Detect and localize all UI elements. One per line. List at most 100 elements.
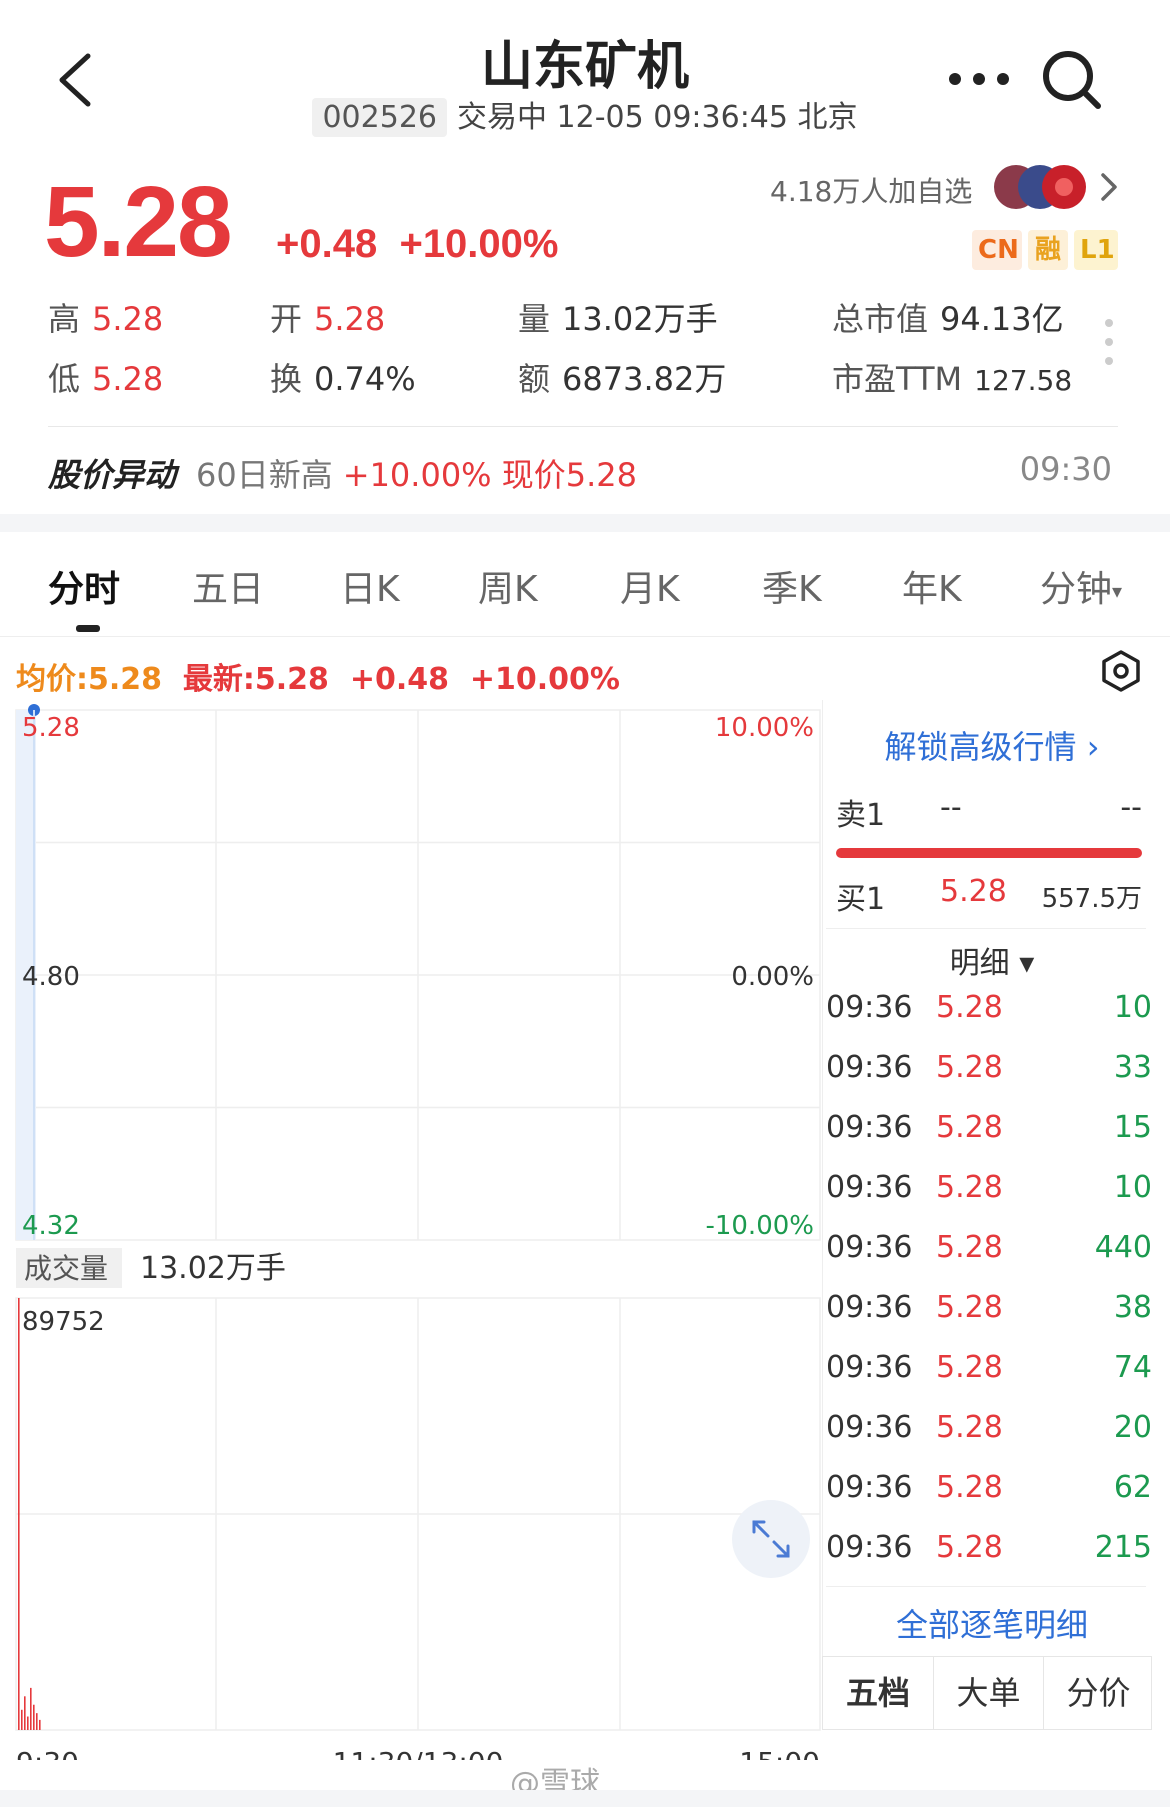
tab-price-distribution[interactable]: 分价 [1043,1657,1153,1729]
tick-volume: 74 [1113,1350,1152,1385]
tick-time: 09:36 [826,1110,913,1145]
volume-bar [24,1696,26,1730]
tick-price: 5.28 [936,1470,1003,1505]
volume-bar [39,1719,41,1730]
detail-dropdown[interactable]: 明细 ▾ [822,938,1162,982]
chevron-right-icon: › [1086,728,1100,766]
volume-bar [30,1687,32,1730]
chevron-right-icon[interactable] [1098,170,1120,204]
unlock-advanced-quotes-link[interactable]: 解锁高级行情 › [822,722,1162,768]
sell1-label: 卖1 [836,798,886,833]
avg-price: 均价:5.28 [16,662,163,697]
tab-quarterly-k[interactable]: 季K [762,560,822,612]
panel-divider [822,700,823,1730]
page-title: 山东矿机 [480,37,689,97]
tab-monthly-k[interactable]: 月K [620,560,680,612]
tick-volume: 33 [1113,1050,1152,1085]
change-percent: +10.00% [399,222,559,266]
divider [48,426,1118,427]
search-icon[interactable] [1040,48,1104,112]
tick-row: 09:36 5.28 74 [826,1350,1152,1410]
tick-row: 09:36 5.28 440 [826,1230,1152,1290]
tick-row: 09:36 5.28 215 [826,1530,1152,1590]
chart-summary: 均价:5.28 最新:5.28 +0.48 +10.00% [16,654,620,698]
followers-count[interactable]: 4.18万人加自选 [770,170,972,210]
volume-bar [27,1716,29,1730]
tick-volume: 10 [1113,1170,1152,1205]
price-alert[interactable]: 股价异动 60日新高 +10.00% 现价5.28 [48,450,637,496]
tick-price: 5.28 [936,1230,1003,1265]
y-tick-left: 4.80 [22,962,80,992]
sell1-row: 卖1 -- -- [836,790,1142,834]
tab-large-orders[interactable]: 大单 [933,1657,1043,1729]
tab-active-indicator [76,625,100,632]
tick-volume: 440 [1094,1230,1152,1265]
x-tick-label: 15:00 [739,1746,820,1760]
tick-time: 09:36 [826,1530,913,1565]
tick-time: 09:36 [826,1470,913,1505]
settings-icon[interactable] [1100,650,1142,692]
buy1-label: 买1 [836,882,886,917]
stock-code: 002526 [312,98,447,137]
alert-title: 股价异动 [48,456,177,494]
y-tick-right: 10.00% [715,713,814,743]
stat-amount: 额 6873.82万 [518,360,727,398]
volume-max-label: 89752 [22,1307,105,1337]
trading-status: 交易中 12-05 09:36:45 北京 [457,100,858,135]
bid-ask-ratio-bar [836,848,1142,858]
tick-time: 09:36 [826,1350,913,1385]
stat-high: 高 5.28 [48,300,164,338]
tab-five-day[interactable]: 五日 [192,560,264,612]
all-ticks-link[interactable]: 全部逐笔明细 [822,1600,1162,1646]
tick-price: 5.28 [936,1110,1003,1145]
tick-volume: 15 [1113,1110,1152,1145]
more-icon[interactable] [948,72,1010,86]
volume-bar [33,1704,35,1730]
y-tick-right: -10.00% [705,1211,814,1241]
tab-minute[interactable]: 分钟▾ [1040,560,1122,612]
divider [826,928,1146,929]
tick-volume: 62 [1113,1470,1152,1505]
tab-intraday[interactable]: 分时 [48,560,120,612]
tick-row: 09:36 5.28 10 [826,990,1152,1050]
summary-change: +0.48 [349,662,449,697]
tick-price: 5.28 [936,1050,1003,1085]
divider [826,1586,1146,1587]
intraday-chart[interactable]: 5.28 4.80 4.32 10.00% 0.00% -10.00% 成交量 13.02万手… [0,700,830,1760]
tab-five-levels[interactable]: 五档 [823,1657,933,1729]
tick-price: 5.28 [936,990,1003,1025]
tab-yearly-k[interactable]: 年K [902,560,962,612]
sell1-volume: -- [1120,790,1142,825]
volume-bar [18,1298,20,1730]
tick-row: 09:36 5.28 33 [826,1050,1152,1110]
tab-weekly-k[interactable]: 周K [478,560,538,612]
tick-row: 09:36 5.28 20 [826,1410,1152,1470]
tick-volume: 10 [1113,990,1152,1025]
bottom-band [0,1790,1170,1807]
fullscreen-button[interactable] [732,1500,810,1578]
y-tick-left: 5.28 [22,713,80,743]
volume-label: 成交量 [24,1252,108,1285]
price-change: +0.48 +10.00% [276,222,558,267]
buy1-volume: 557.5万 [1041,884,1142,914]
stat-volume: 量 13.02万手 [518,300,718,338]
volume-bar [36,1713,38,1730]
sell1-price: -- [940,790,962,825]
tick-time: 09:36 [826,1290,913,1325]
tag-margin: 融 [1028,230,1068,270]
follower-avatars-icon[interactable] [990,162,1090,212]
tick-price: 5.28 [936,1290,1003,1325]
tick-price: 5.28 [936,1410,1003,1445]
tick-price: 5.28 [936,1350,1003,1385]
stat-low: 低 5.28 [48,360,164,398]
buy1-row: 买1 5.28 557.5万 [836,874,1142,918]
tab-daily-k[interactable]: 日K [340,560,400,612]
tag-cn: CN [972,230,1022,270]
current-price: 5.28 [44,166,233,278]
expand-stats-icon[interactable] [1104,318,1114,366]
tick-time: 09:36 [826,1050,913,1085]
alert-desc: 60日新高 [196,456,333,494]
x-tick-label: 11:30/13:00 [333,1746,504,1760]
alert-now: 现价5.28 [501,456,638,494]
stat-open: 开 5.28 [270,300,386,338]
